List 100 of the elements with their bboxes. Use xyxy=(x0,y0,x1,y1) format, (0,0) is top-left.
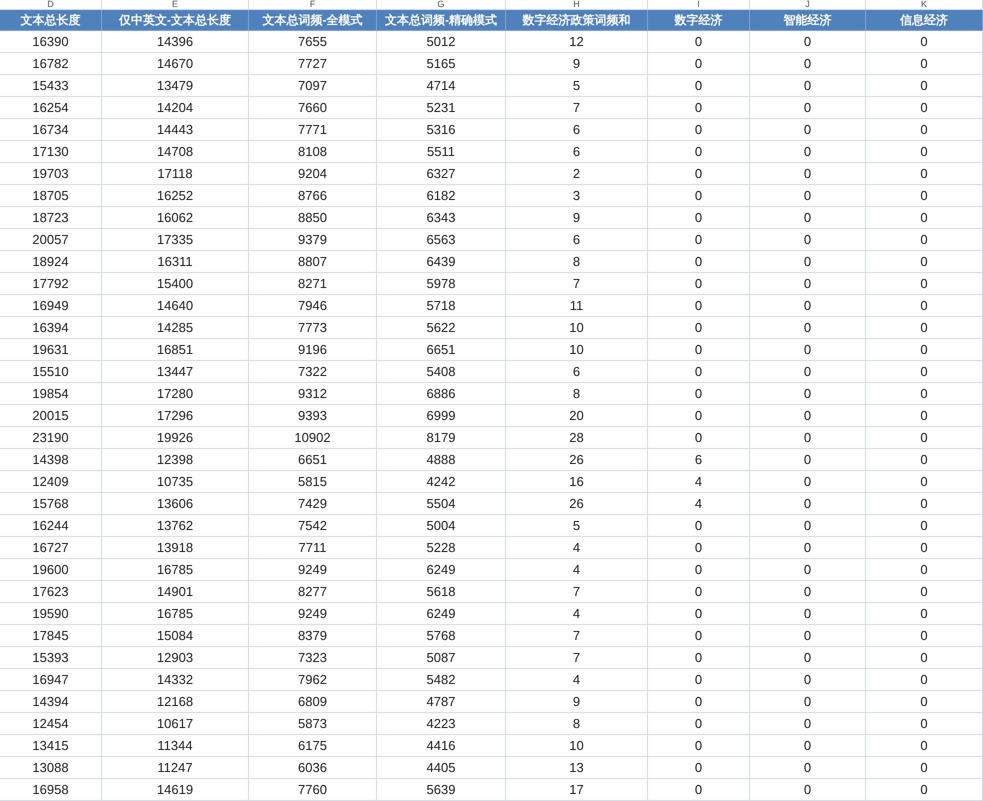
table-cell: 7962 xyxy=(298,672,327,687)
table-cell: 5231 xyxy=(426,100,456,115)
table-cell: 17130 xyxy=(32,144,69,159)
table-cell: 0 xyxy=(920,100,928,115)
table-cell: 5 xyxy=(572,518,580,533)
table-cell: 0 xyxy=(694,298,702,313)
table-cell: 0 xyxy=(694,518,702,533)
table-cell: 6809 xyxy=(298,694,327,709)
table-cell: 12903 xyxy=(156,650,194,665)
table-cell: 7323 xyxy=(298,650,327,665)
table-cell: 0 xyxy=(694,584,702,599)
table-cell: 10 xyxy=(569,738,584,753)
table-cell: 10902 xyxy=(294,430,331,445)
table-cell: 9 xyxy=(572,210,580,225)
table-cell: 4 xyxy=(694,474,702,489)
table-cell: 0 xyxy=(804,188,812,203)
table-cell: 6651 xyxy=(298,452,327,467)
column-letter[interactable]: F xyxy=(310,0,316,9)
table-cell: 13479 xyxy=(156,78,194,93)
table-cell: 9379 xyxy=(298,232,327,247)
table-cell: 4242 xyxy=(426,474,456,489)
column-letter[interactable]: H xyxy=(573,0,580,9)
table-cell: 6036 xyxy=(298,760,327,775)
column-letter[interactable]: K xyxy=(920,0,927,9)
table-cell: 13 xyxy=(569,760,584,775)
table-cell: 7 xyxy=(572,628,580,643)
table-cell: 7773 xyxy=(298,320,327,335)
table-cell: 5408 xyxy=(426,364,456,379)
table-cell: 6886 xyxy=(426,386,456,401)
table-cell: 0 xyxy=(804,122,812,137)
table-cell: 4888 xyxy=(426,452,456,467)
table-cell: 0 xyxy=(694,78,702,93)
table-cell: 0 xyxy=(804,562,812,577)
table-cell: 7429 xyxy=(298,496,327,511)
table-cell: 0 xyxy=(920,760,928,775)
table-cell: 6651 xyxy=(426,342,456,357)
column-letter[interactable]: D xyxy=(47,0,54,9)
table-cell: 0 xyxy=(920,408,928,423)
table-cell: 17845 xyxy=(32,628,69,643)
table-cell: 0 xyxy=(694,210,702,225)
table-cell: 16254 xyxy=(32,100,69,115)
table-cell: 26 xyxy=(569,496,584,511)
table-cell: 6 xyxy=(694,452,702,467)
table-cell: 2 xyxy=(572,166,580,181)
table-cell: 16 xyxy=(569,474,584,489)
table-cell: 11247 xyxy=(157,760,193,775)
column-letter[interactable]: J xyxy=(805,0,810,9)
table-cell: 4787 xyxy=(426,694,456,709)
table-cell: 0 xyxy=(804,166,812,181)
table-cell: 10617 xyxy=(156,716,194,731)
table-cell: 0 xyxy=(694,562,702,577)
table-cell: 20 xyxy=(569,408,584,423)
table-cell: 0 xyxy=(694,738,702,753)
table-cell: 19703 xyxy=(32,166,69,181)
table-cell: 0 xyxy=(694,166,702,181)
column-letter[interactable]: E xyxy=(172,0,178,9)
table-cell: 0 xyxy=(694,628,702,643)
table-cell: 15400 xyxy=(156,276,194,291)
table-cell: 0 xyxy=(694,364,702,379)
table-cell: 0 xyxy=(694,782,702,797)
table-cell: 10735 xyxy=(156,474,194,489)
column-letter[interactable]: G xyxy=(437,0,444,9)
table-cell: 0 xyxy=(804,254,812,269)
table-cell: 14204 xyxy=(156,100,194,115)
table-cell: 0 xyxy=(804,100,812,115)
table-cell: 4 xyxy=(572,540,580,555)
table-cell: 16782 xyxy=(32,56,69,71)
table-cell: 8179 xyxy=(426,430,456,445)
table-cell: 9204 xyxy=(298,166,327,181)
table-cell: 20015 xyxy=(32,408,69,423)
table-cell: 0 xyxy=(694,408,702,423)
column-header: 数字经济政策词频和 xyxy=(522,13,630,27)
table-cell: 7711 xyxy=(298,540,326,555)
table-cell: 0 xyxy=(694,672,702,687)
table-cell: 0 xyxy=(804,738,812,753)
table-cell: 7 xyxy=(572,584,580,599)
table-cell: 18705 xyxy=(32,188,69,203)
table-cell: 0 xyxy=(694,320,702,335)
table-cell: 16727 xyxy=(32,540,69,555)
table-cell: 0 xyxy=(920,386,928,401)
table-cell: 7727 xyxy=(298,56,327,71)
table-cell: 4223 xyxy=(426,716,456,731)
table-cell: 20057 xyxy=(32,232,69,247)
table-cell: 0 xyxy=(694,694,702,709)
table-cell: 0 xyxy=(920,320,928,335)
table-cell: 0 xyxy=(694,188,702,203)
table-cell: 3 xyxy=(572,188,580,203)
table-cell: 0 xyxy=(920,342,928,357)
table-cell: 6175 xyxy=(298,738,327,753)
column-letter[interactable]: I xyxy=(697,0,700,9)
column-header: 文本总词频-精确模式 xyxy=(385,13,497,27)
table-cell: 0 xyxy=(920,628,928,643)
table-cell: 16311 xyxy=(157,254,193,269)
table-cell: 17118 xyxy=(157,166,193,181)
table-cell: 0 xyxy=(920,56,928,71)
table-cell: 12168 xyxy=(156,694,194,709)
column-header: 信息经济 xyxy=(900,13,948,27)
table-cell: 18723 xyxy=(32,210,69,225)
table-cell: 11 xyxy=(570,298,584,313)
table-cell: 0 xyxy=(920,540,928,555)
